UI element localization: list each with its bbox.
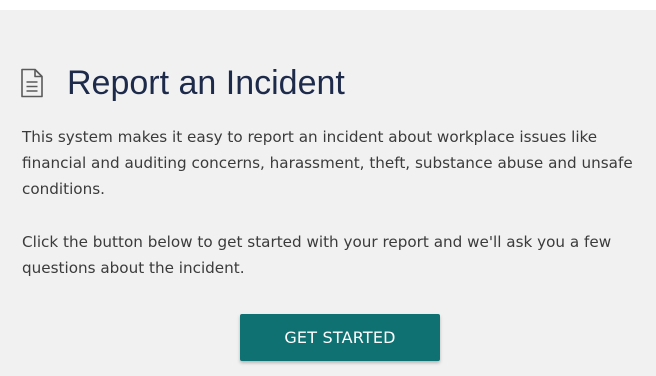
document-icon	[20, 68, 44, 98]
instructions-text: Click the button below to get started wi…	[22, 233, 612, 277]
panel-header: Report an Incident	[20, 40, 345, 126]
intro-text: This system makes it easy to report an i…	[22, 128, 633, 198]
incident-report-panel: Report an Incident This system makes it …	[0, 10, 656, 376]
get-started-button[interactable]: GET STARTED	[240, 314, 440, 361]
page-title: Report an Incident	[67, 63, 345, 102]
